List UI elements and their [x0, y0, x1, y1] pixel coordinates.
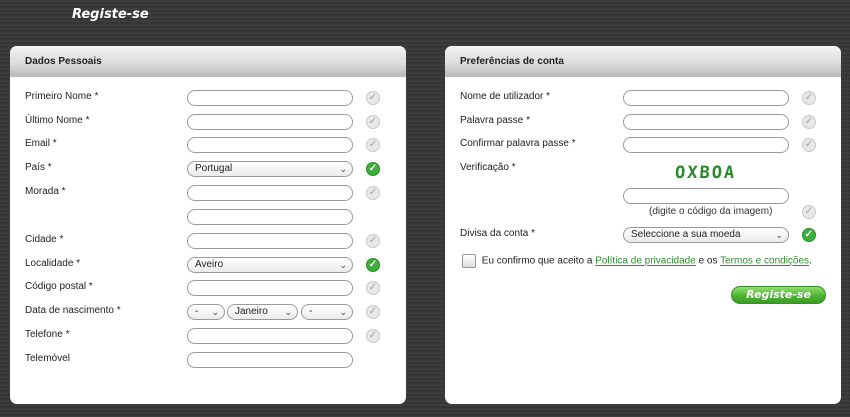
confirm-password-row: Confirmar palavra passe * ✓: [445, 136, 841, 154]
locality-label: Localidade *: [25, 258, 81, 269]
birth-month-value: Janeiro: [235, 306, 268, 317]
currency-label: Divisa da conta *: [460, 228, 536, 239]
locality-check-icon: ✓: [366, 258, 380, 272]
terms-checkbox[interactable]: [462, 254, 476, 268]
phone-row: Telefone * ✓: [10, 327, 406, 345]
email-field[interactable]: [187, 137, 353, 153]
mobile-label: Telemóvel: [25, 353, 71, 364]
captcha-hint: (digite o código da imagem): [649, 206, 773, 217]
postal-code-row: Código postal * ✓: [10, 279, 406, 297]
locality-select[interactable]: Aveiro ⌄: [187, 257, 353, 273]
birth-year-value: -: [309, 306, 313, 317]
username-row: Nome de utilizador * ✓: [445, 89, 841, 107]
username-label: Nome de utilizador *: [460, 91, 551, 102]
confirm-password-check-icon: ✓: [802, 138, 816, 152]
terms-agreement: Eu confirmo que aceito a Política de pri…: [462, 254, 812, 268]
chevron-down-icon: ⌄: [775, 230, 783, 240]
first-name-row: Primeiro Nome * ✓: [10, 89, 406, 107]
agree-prefix-text: Eu confirmo que aceito a: [481, 255, 593, 267]
city-check-icon: ✓: [366, 234, 380, 248]
chevron-down-icon: ⌄: [339, 164, 347, 174]
locality-select-value: Aveiro: [195, 259, 224, 270]
address-line-2-row: [10, 208, 406, 226]
city-field[interactable]: [187, 233, 353, 249]
address-field-1[interactable]: [187, 185, 353, 201]
country-select-value: Portugal: [195, 163, 233, 174]
currency-select-value: Seleccione a sua moeda: [631, 229, 741, 240]
country-select[interactable]: Portugal ⌄: [187, 161, 353, 177]
email-label: Email *: [25, 138, 57, 149]
captcha-input-row: [445, 187, 841, 205]
address-row: Morada * ✓: [10, 184, 406, 202]
agree-middle-text: e os: [698, 255, 718, 267]
password-row: Palavra passe * ✓: [445, 113, 841, 131]
birth-date-row: Data de nascimento * - ⌄ Janeiro ⌄ - ⌄ ✓: [10, 303, 406, 321]
privacy-policy-link[interactable]: Política de privacidade: [595, 256, 696, 267]
captcha-image: OXBOA: [674, 163, 737, 183]
currency-row: Divisa da conta * Seleccione a sua moeda…: [445, 226, 841, 244]
locality-row: Localidade * Aveiro ⌄ ✓: [10, 256, 406, 274]
last-name-label: Último Nome *: [25, 115, 90, 126]
email-row: Email * ✓: [10, 136, 406, 154]
confirm-password-field[interactable]: [623, 137, 789, 153]
birth-year-select[interactable]: - ⌄: [301, 304, 353, 320]
last-name-field[interactable]: [187, 114, 353, 130]
verification-label: Verificação *: [460, 162, 516, 173]
agree-suffix-text: .: [809, 255, 812, 267]
birth-day-value: -: [195, 306, 199, 317]
birth-date-label: Data de nascimento *: [25, 305, 121, 316]
first-name-label: Primeiro Nome *: [25, 91, 99, 102]
address-field-2[interactable]: [187, 209, 353, 225]
personal-data-header: Dados Pessoais: [10, 46, 406, 77]
verification-row: Verificação *: [445, 160, 841, 178]
chevron-down-icon: ⌄: [211, 307, 219, 317]
first-name-check-icon: ✓: [366, 91, 380, 105]
first-name-field[interactable]: [187, 90, 353, 106]
account-preferences-header: Preferências de conta: [445, 46, 841, 77]
country-check-icon: ✓: [366, 162, 380, 176]
currency-select[interactable]: Seleccione a sua moeda ⌄: [623, 227, 789, 243]
password-field[interactable]: [623, 114, 789, 130]
password-check-icon: ✓: [802, 115, 816, 129]
chevron-down-icon: ⌄: [339, 307, 347, 317]
page-title: Registe-se: [72, 7, 149, 22]
chevron-down-icon: ⌄: [339, 260, 347, 270]
last-name-check-icon: ✓: [366, 115, 380, 129]
city-label: Cidade *: [25, 234, 64, 245]
postal-code-label: Código postal *: [25, 281, 93, 292]
birth-date-check-icon: ✓: [366, 305, 380, 319]
username-check-icon: ✓: [802, 91, 816, 105]
captcha-check-icon: ✓: [802, 205, 816, 219]
phone-field[interactable]: [187, 328, 353, 344]
country-row: País * Portugal ⌄ ✓: [10, 160, 406, 178]
captcha-field[interactable]: [623, 188, 789, 204]
country-label: País *: [25, 162, 52, 173]
address-label: Morada *: [25, 186, 66, 197]
personal-data-panel: Dados Pessoais Primeiro Nome * ✓ Último …: [10, 46, 406, 404]
chevron-down-icon: ⌄: [284, 307, 292, 317]
address-check-icon: ✓: [366, 186, 380, 200]
password-label: Palavra passe *: [460, 115, 531, 126]
email-check-icon: ✓: [366, 138, 380, 152]
last-name-row: Último Nome * ✓: [10, 113, 406, 131]
mobile-row: Telemóvel: [10, 351, 406, 369]
postal-code-field[interactable]: [187, 280, 353, 296]
account-preferences-panel: Preferências de conta Nome de utilizador…: [445, 46, 841, 404]
terms-link[interactable]: Termos e condições: [720, 256, 809, 267]
phone-label: Telefone *: [25, 329, 70, 340]
postal-code-check-icon: ✓: [366, 281, 380, 295]
birth-day-select[interactable]: - ⌄: [187, 304, 225, 320]
confirm-password-label: Confirmar palavra passe *: [460, 138, 576, 149]
username-field[interactable]: [623, 90, 789, 106]
register-button[interactable]: Registe-se: [731, 286, 826, 304]
phone-check-icon: ✓: [366, 329, 380, 343]
currency-check-icon: ✓: [802, 228, 816, 242]
city-row: Cidade * ✓: [10, 232, 406, 250]
mobile-field[interactable]: [187, 352, 353, 368]
birth-month-select[interactable]: Janeiro ⌄: [227, 304, 298, 320]
